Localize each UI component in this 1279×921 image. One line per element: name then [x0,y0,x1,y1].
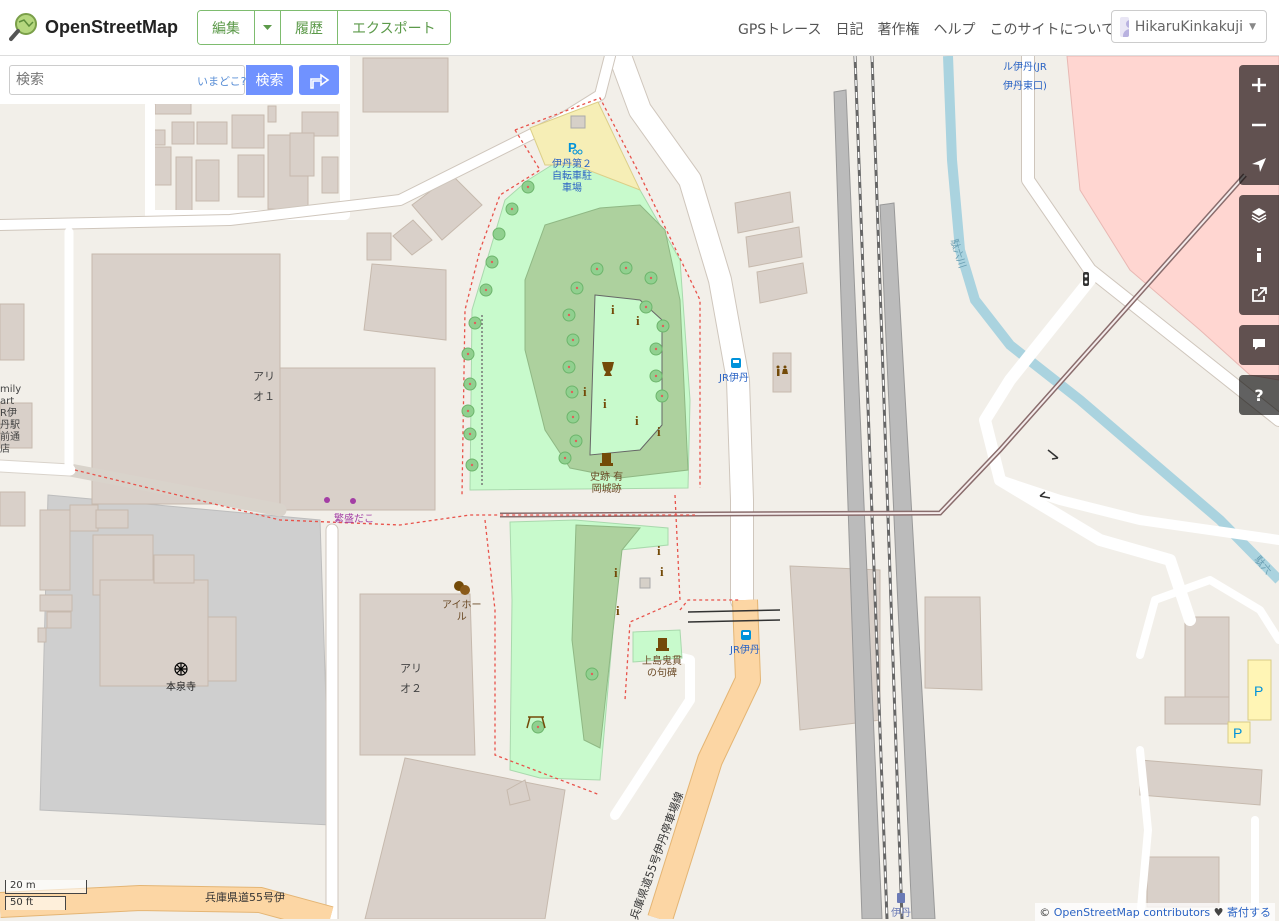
traffic-signal-icon [1083,272,1089,286]
zoom-in-button[interactable] [1239,65,1279,105]
station-icon[interactable] [897,893,905,903]
share-icon [1252,287,1267,302]
user-menu-button[interactable]: HikaruKinkakuji ▼ [1111,10,1267,43]
directions-button[interactable] [299,65,339,95]
location-arrow-icon [1252,158,1266,172]
nav-about[interactable]: このサイトについて [989,19,1115,39]
caret-down-icon [263,24,272,30]
plus-icon [1252,78,1266,92]
map-key-button[interactable] [1239,235,1279,275]
svg-text:i: i [611,302,615,317]
history-button[interactable]: 履歴 [281,11,338,44]
svg-text:P: P [1254,683,1263,699]
export-button[interactable]: エクスポート [338,11,450,44]
help-button[interactable]: ? [1239,375,1279,415]
nav-gps-traces[interactable]: GPSトレース [738,19,821,39]
svg-text:i: i [616,603,620,618]
zoom-out-button[interactable] [1239,105,1279,145]
svg-text:P: P [568,140,577,155]
station-label: 伊丹 [891,908,911,919]
temple-icon [174,662,188,676]
chevron-down-icon: ▼ [1249,21,1256,32]
shop-dot-2[interactable] [350,498,356,504]
nav-links: GPSトレース 日記 著作権 ヘルプ このサイトについて [738,19,1115,39]
where-am-i-link[interactable]: いまどこ? [197,73,247,89]
ario1-label: アリ オ１ [253,370,275,403]
attribution: © OpenStreetMap contributors ♥ 寄付する [1035,903,1275,921]
svg-text:i: i [583,384,587,399]
heart-icon: ♥ [1213,906,1224,919]
svg-text:i: i [614,565,618,580]
bicycle-parking-label: 伊丹第２ 自転車駐 車場 [552,159,592,194]
svg-text:i: i [635,413,639,428]
add-note-button[interactable] [1239,325,1279,365]
scale-metric: 20 m [5,880,87,894]
copyright-symbol: © [1039,906,1051,919]
svg-text:i: i [660,564,664,579]
logo-text: OpenStreetMap [45,16,179,37]
bus-stop-label-east: ル伊丹(JR 伊丹東口) [1003,62,1047,92]
bus-stop-label-1: JR伊丹 [719,373,749,384]
left-edge-label: mily art R伊 丹駅 前通店 [0,384,22,455]
magnifier-logo-icon [9,13,37,41]
bus-stop-icon-1[interactable] [731,358,741,368]
temple-label: 本泉寺 [166,682,196,693]
road-55-bottom-label: 兵庫県道55号伊 [205,891,285,904]
edit-dropdown-button[interactable] [255,11,281,44]
search-panel: いまどこ? 検索 [0,56,349,104]
bus-stop-label-2: JR伊丹 [730,645,760,656]
svg-text:i: i [657,424,661,439]
avatar [1120,16,1129,37]
nav-copyright[interactable]: 著作権 [877,19,919,39]
layers-icon [1251,208,1267,223]
nav-diary[interactable]: 日記 [835,19,863,39]
nav-help[interactable]: ヘルプ [933,19,975,39]
note-icon [1253,339,1265,350]
aihall-label: アイホール [442,600,482,623]
bus-stop-icon-2[interactable] [741,630,751,640]
ario2-label: アリ オ２ [400,662,422,695]
historic-site-label: 史跡 有岡城跡 [590,472,624,495]
locate-button[interactable] [1239,145,1279,185]
edit-button-group: 編集 履歴 エクスポート [197,10,451,45]
share-button[interactable] [1239,275,1279,315]
svg-text:i: i [657,543,661,558]
header: OpenStreetMap 編集 履歴 エクスポート GPSトレース 日記 著作… [0,0,1279,56]
map-canvas[interactable]: iii iii ii i i P P P [0,0,1279,919]
scale-imperial: 50 ft [5,896,66,910]
edit-button[interactable]: 編集 [198,11,255,44]
info-icon [1257,248,1261,262]
logo[interactable]: OpenStreetMap [9,12,178,42]
shop-dot-1[interactable] [324,497,330,503]
svg-text:P: P [1233,725,1242,741]
shop-label: 繁盛だこ [334,514,374,525]
question-icon: ? [1254,385,1264,405]
svg-text:i: i [603,396,607,411]
directions-icon [310,73,330,89]
username: HikaruKinkakuji [1134,18,1244,35]
minus-icon [1252,123,1266,127]
layers-button[interactable] [1239,195,1279,235]
osm-contributors-link[interactable]: OpenStreetMap contributors [1054,906,1210,919]
search-button[interactable]: 検索 [246,65,293,95]
donate-link[interactable]: 寄付する [1227,906,1271,919]
svg-text:i: i [636,313,640,328]
monument-label: 上島鬼貫 の句碑 [642,656,682,679]
